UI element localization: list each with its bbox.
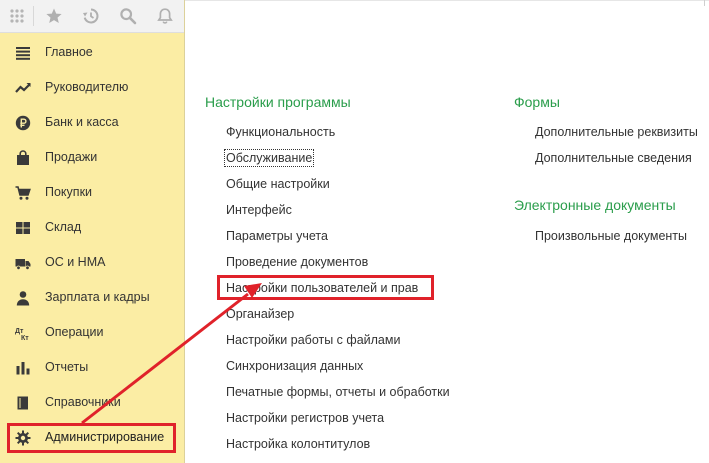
link-accounting-parameters[interactable]: Параметры учета: [226, 229, 328, 243]
link-functionality[interactable]: Функциональность: [226, 125, 335, 139]
sidebar-item-manager[interactable]: Руководителю: [0, 70, 184, 105]
sidebar-item-catalogs[interactable]: Справочники: [0, 385, 184, 420]
star-icon[interactable]: [42, 4, 66, 28]
sidebar: Главное Руководителю Банк и касса Продаж…: [0, 0, 185, 463]
link-data-sync[interactable]: Синхронизация данных: [226, 359, 363, 373]
bar-chart-icon: [14, 359, 32, 377]
sidebar-item-purchases[interactable]: Покупки: [0, 175, 184, 210]
truck-icon: [14, 254, 32, 272]
sidebar-item-label: Операции: [45, 325, 104, 339]
shopping-bag-icon: [14, 149, 32, 167]
sidebar-item-payroll[interactable]: Зарплата и кадры: [0, 280, 184, 315]
sidebar-item-sales[interactable]: Продажи: [0, 140, 184, 175]
link-maintenance[interactable]: Обслуживание: [223, 149, 315, 167]
link-user-rights-settings[interactable]: Настройки пользователей и прав: [226, 281, 418, 295]
link-register-settings[interactable]: Настройки регистров учета: [226, 411, 384, 425]
section-title-settings: Настройки программы: [205, 94, 351, 110]
sidebar-item-fixed-assets[interactable]: ОС и НМА: [0, 245, 184, 280]
sidebar-item-bank[interactable]: Банк и касса: [0, 105, 184, 140]
apps-grid-icon[interactable]: [5, 4, 29, 28]
person-icon: [14, 289, 32, 307]
link-document-posting[interactable]: Проведение документов: [226, 255, 368, 269]
section-title-edocs: Электронные документы: [514, 197, 676, 213]
section-title-forms: Формы: [514, 94, 560, 110]
debit-credit-icon: Дт Кт: [14, 324, 32, 342]
search-icon[interactable]: [116, 4, 140, 28]
sidebar-item-label: Руководителю: [45, 80, 129, 94]
sidebar-item-label: Покупки: [45, 185, 93, 199]
sidebar-item-label: Администрирование: [45, 430, 165, 444]
sidebar-item-main[interactable]: Главное: [0, 35, 184, 70]
sidebar-item-reports[interactable]: Отчеты: [0, 350, 184, 385]
menu-lines-icon: [14, 44, 32, 62]
shopping-cart-icon: [14, 184, 32, 202]
link-organizer[interactable]: Органайзер: [226, 307, 294, 321]
link-general-settings[interactable]: Общие настройки: [226, 177, 330, 191]
sidebar-toolbar: [0, 0, 184, 33]
sidebar-item-operations[interactable]: Дт Кт Операции: [0, 315, 184, 350]
trend-chart-icon: [14, 79, 32, 97]
sidebar-item-label: Главное: [45, 45, 93, 59]
bell-icon[interactable]: [153, 4, 177, 28]
svg-text:Дт: Дт: [15, 328, 24, 335]
book-icon: [14, 394, 32, 412]
main-panel: Настройки программы Функциональность Обс…: [185, 0, 709, 463]
sidebar-item-label: Отчеты: [45, 360, 89, 374]
link-print-forms[interactable]: Печатные формы, отчеты и обработки: [226, 385, 450, 399]
history-icon[interactable]: [79, 4, 103, 28]
link-header-footer[interactable]: Настройка колонтитулов: [226, 437, 370, 451]
sidebar-item-label: Справочники: [45, 395, 121, 409]
sidebar-item-label: Зарплата и кадры: [45, 290, 150, 304]
sidebar-item-label: ОС и НМА: [45, 255, 106, 269]
link-additional-attributes[interactable]: Дополнительные реквизиты: [535, 125, 698, 139]
link-additional-info[interactable]: Дополнительные сведения: [535, 151, 692, 165]
link-file-settings[interactable]: Настройки работы с файлами: [226, 333, 400, 347]
sidebar-item-label: Склад: [45, 220, 82, 234]
toolbar-divider: [33, 6, 34, 26]
svg-text:Кт: Кт: [21, 335, 29, 341]
gear-icon: [14, 429, 32, 447]
link-interface[interactable]: Интерфейс: [226, 203, 292, 217]
sidebar-item-label: Банк и касса: [45, 115, 119, 129]
warehouse-grid-icon: [14, 219, 32, 237]
sidebar-item-warehouse[interactable]: Склад: [0, 210, 184, 245]
link-arbitrary-documents[interactable]: Произвольные документы: [535, 229, 687, 243]
sidebar-item-label: Продажи: [45, 150, 98, 164]
ruble-coin-icon: [14, 114, 32, 132]
sidebar-item-administration[interactable]: Администрирование: [0, 420, 184, 455]
